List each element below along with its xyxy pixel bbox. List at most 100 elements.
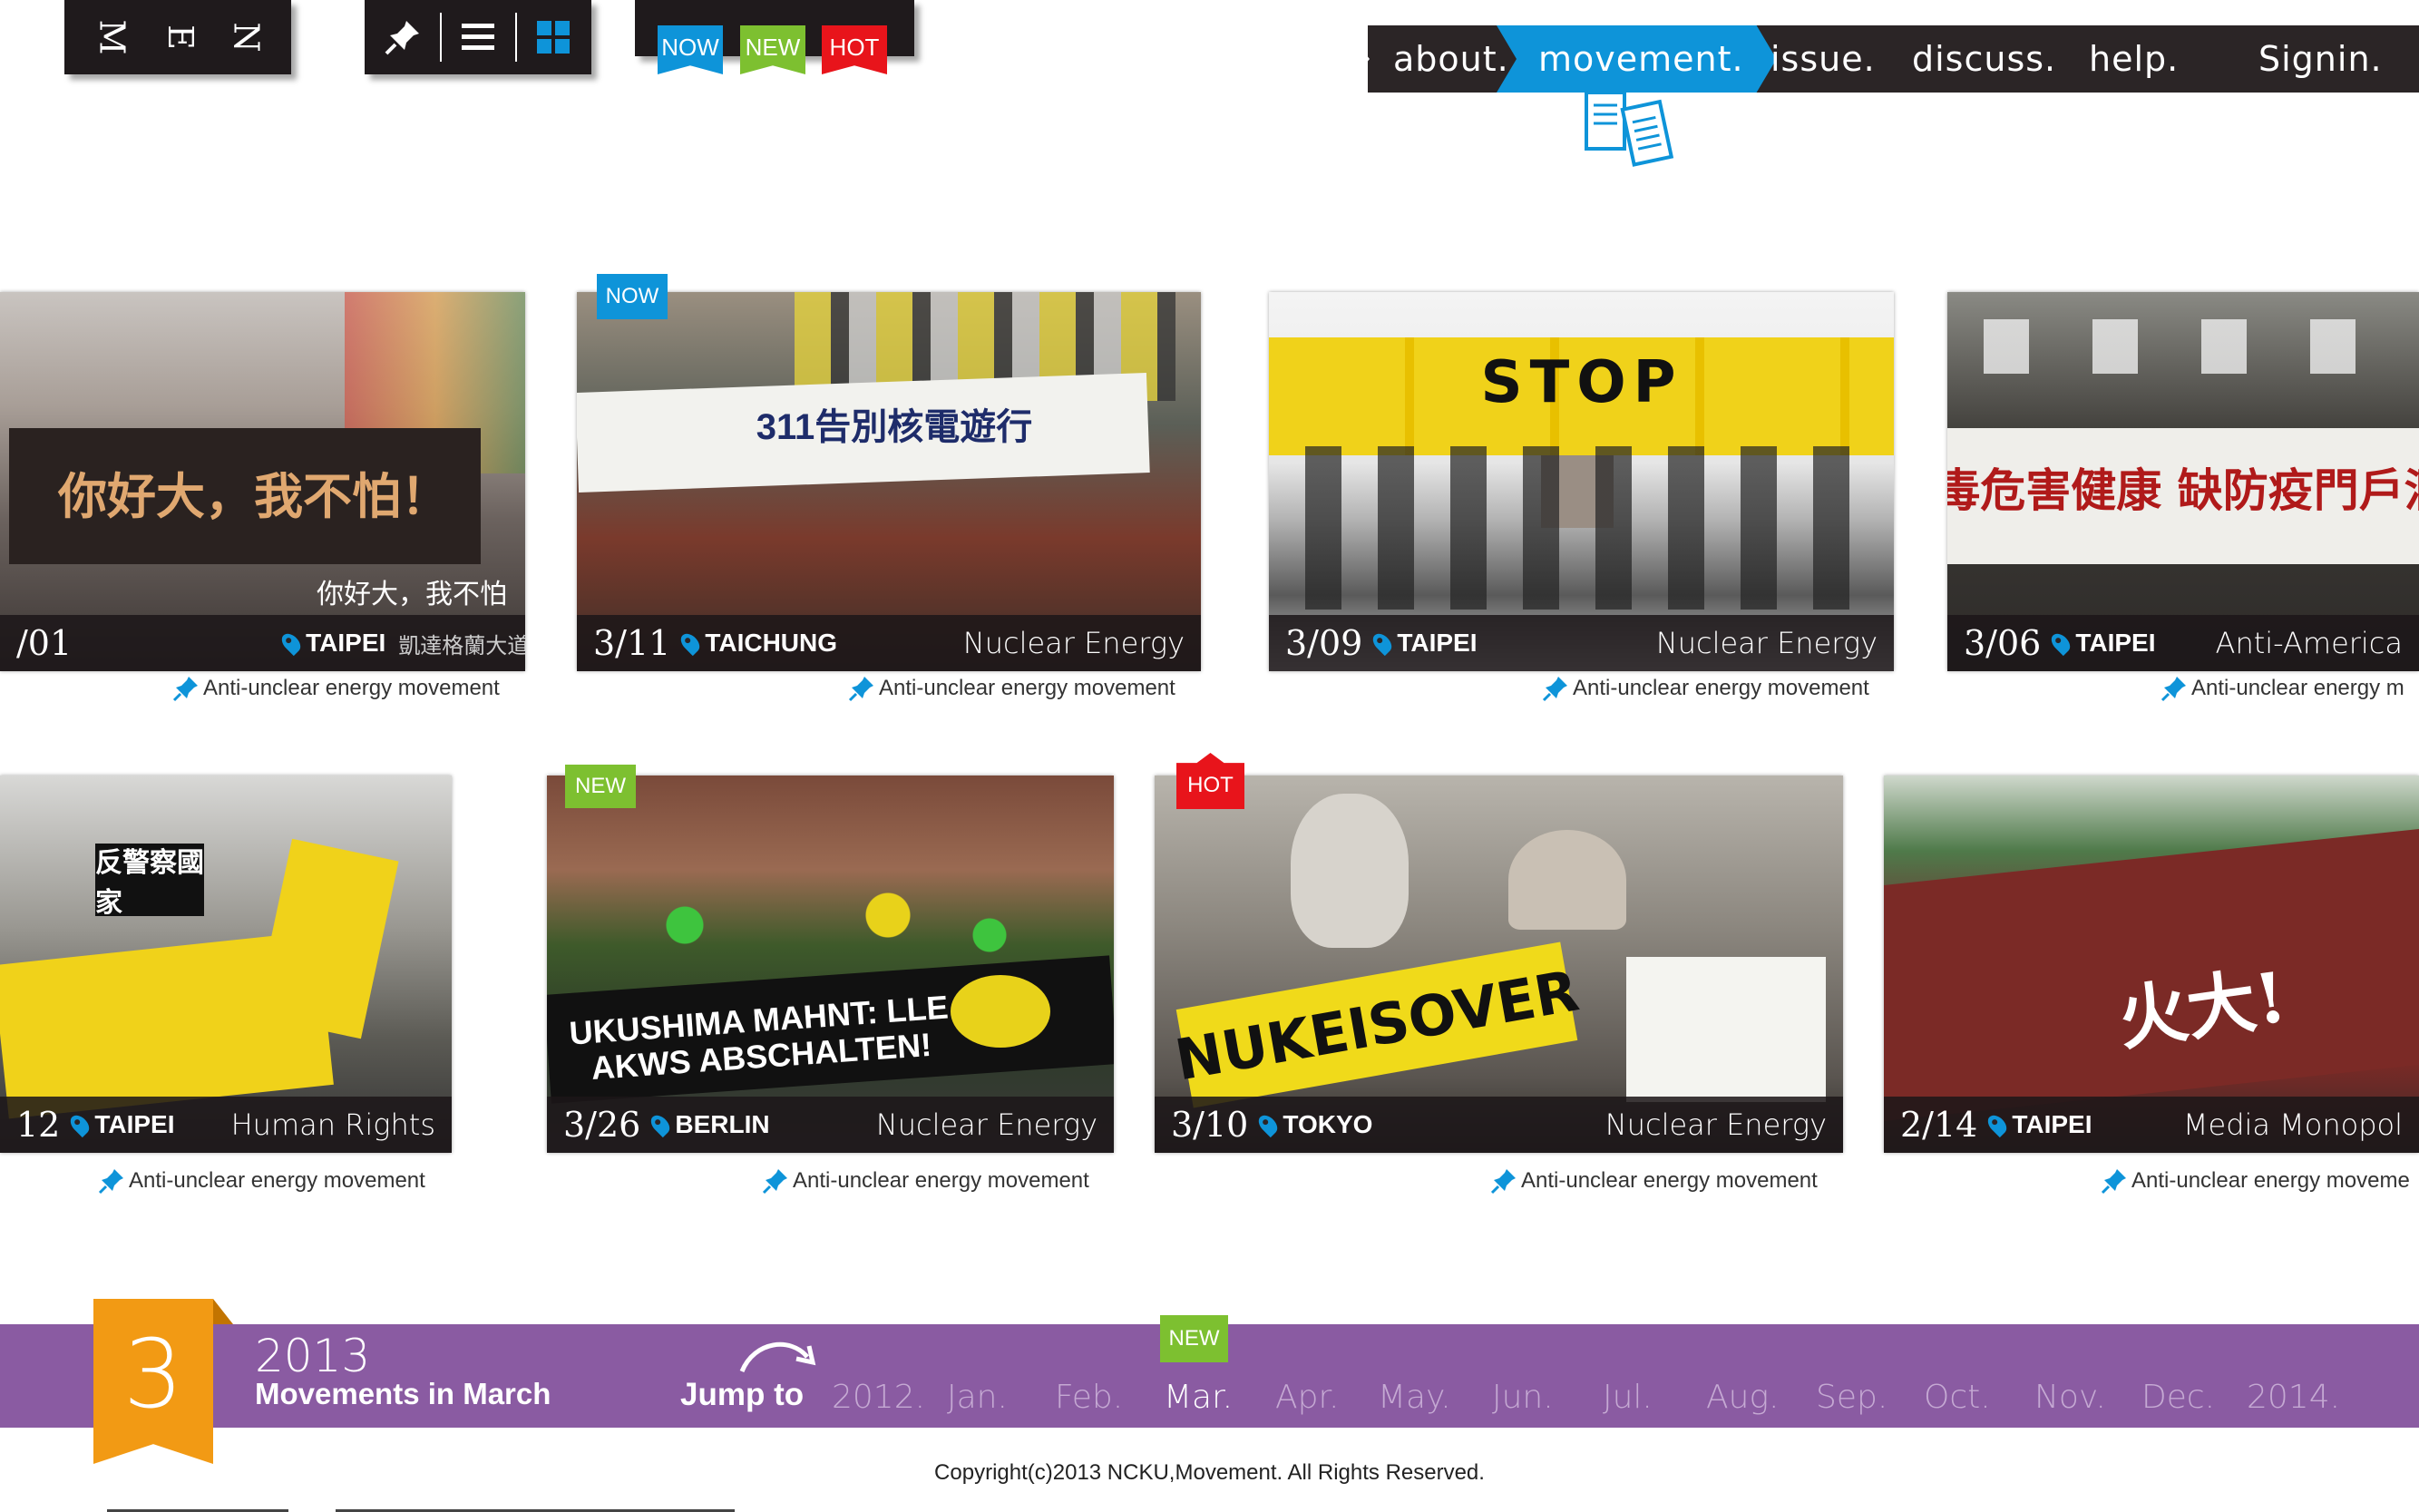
timeline-year: 2013: [255, 1330, 371, 1382]
curved-arrow-icon: [739, 1341, 816, 1373]
timeline-month-may[interactable]: May.: [1378, 1379, 1451, 1416]
card-date: 3/10: [1171, 1105, 1249, 1145]
movement-card[interactable]: 反警察國家 12 TAIPEI Human Rights: [0, 776, 452, 1153]
card-location: TAIPEI: [1370, 629, 1478, 658]
month-ribbon: 3: [93, 1299, 213, 1464]
movement-card[interactable]: STOP 3/09 TAIPEI Nuclear Energy: [1269, 292, 1894, 671]
card-caption: 你好大，我不怕: [317, 579, 507, 610]
card-date: 3/09: [1285, 623, 1363, 663]
timeline-year-2012[interactable]: 2012.: [832, 1379, 925, 1416]
card-topic: Nuclear Energy: [962, 626, 1185, 660]
top-nav: about. movement. issue. discuss. help. S…: [1341, 25, 2419, 93]
pin-view-button[interactable]: [365, 0, 440, 74]
banner-text: 你好大，我不怕！: [58, 466, 450, 525]
nav-notch: [1342, 25, 1370, 93]
month-new-badge: NEW: [1160, 1315, 1228, 1362]
location-pin-icon: [678, 629, 704, 657]
card-tagline[interactable]: Anti-unclear energy movement: [762, 1167, 1089, 1195]
timeline-month-aug[interactable]: Aug.: [1706, 1379, 1780, 1416]
filter-new-tag[interactable]: NEW: [740, 25, 805, 74]
banner-text: 311告別核電遊行: [756, 407, 1033, 447]
timeline-month-oct[interactable]: Oct.: [1924, 1379, 1991, 1416]
pin-icon: [98, 1169, 123, 1195]
card-info-bar: 3/06 TAIPEI Anti-America: [1947, 615, 2419, 671]
card-info-bar: 3/26 BERLIN Nuclear Energy: [547, 1097, 1114, 1153]
hot-badge: HOT: [1176, 753, 1244, 809]
photo-sign: [1626, 957, 1826, 1102]
card-location: TOKYO: [1255, 1110, 1372, 1139]
pin-icon: [762, 1169, 787, 1195]
pin-icon: [1490, 1169, 1516, 1195]
card-info-bar: 3/11 TAICHUNG Nuclear Energy: [577, 615, 1201, 671]
nav-discuss[interactable]: discuss.: [1912, 25, 2056, 93]
card-topic: Anti-America: [2215, 626, 2403, 660]
photo-person: [1291, 794, 1409, 948]
menu-button[interactable]: M E N: [64, 0, 291, 74]
timeline-month-mar[interactable]: Mar.: [1164, 1379, 1233, 1416]
photo-people: [1305, 446, 1868, 610]
card-date: 3/06: [1964, 623, 2042, 663]
card-info-bar: 3/10 TOKYO Nuclear Energy: [1155, 1097, 1843, 1153]
card-topic: Nuclear Energy: [1655, 626, 1878, 660]
timeline-month-apr[interactable]: Apr.: [1275, 1379, 1339, 1416]
card-location: TAIPEI: [2048, 629, 2156, 658]
timeline-title: Movements in March: [255, 1377, 551, 1410]
movement-card[interactable]: 你好大，我不怕！ 你好大，我不怕 /01 TAIPEI 凱達格蘭大道: [0, 292, 525, 671]
photo-person: [1508, 830, 1626, 930]
location-pin-icon: [1255, 1111, 1282, 1138]
menu-letter: E: [160, 24, 200, 50]
card-info-bar: /01 TAIPEI 凱達格蘭大道: [0, 615, 525, 671]
timeline-month-jan[interactable]: Jan.: [947, 1379, 1008, 1416]
card-date: 3/11: [593, 623, 671, 663]
movement-card[interactable]: NUKEISOVER 3/10 TOKYO Nuclear Energy: [1155, 776, 1843, 1153]
card-tagline[interactable]: Anti-unclear energy movement: [1542, 675, 1869, 702]
timeline-month-jul[interactable]: Jul.: [1603, 1379, 1653, 1416]
tagline-text: Anti-unclear energy moveme: [2131, 1168, 2410, 1193]
menu-letter: N: [226, 22, 267, 53]
menu-letter: M: [92, 19, 132, 55]
movement-card[interactable]: 311告別核電遊行 3/11 TAICHUNG Nuclear Energy: [577, 292, 1201, 671]
card-location: TAIPEI: [67, 1110, 175, 1139]
movement-card[interactable]: 火大! 2/14 TAIPEI Media Monopol: [1884, 776, 2419, 1153]
card-tagline[interactable]: Anti-unclear energy moveme: [2101, 1167, 2410, 1195]
movement-card[interactable]: UKUSHIMA MAHNT: LLE AKWS ABSCHALTEN! 3/2…: [547, 776, 1114, 1153]
timeline-month-sep[interactable]: Sep.: [1816, 1379, 1887, 1416]
photo-balloons: [583, 875, 1091, 975]
nav-signin[interactable]: Signin.: [2258, 25, 2383, 93]
card-topic: Nuclear Energy: [875, 1107, 1097, 1142]
card-city: TAIPEI: [306, 629, 386, 657]
card-city: TAIPEI: [2012, 1110, 2092, 1138]
card-tagline[interactable]: Anti-unclear energy movement: [98, 1167, 425, 1195]
movement-card[interactable]: 毒危害健康 缺防疫門戶洞 3/06 TAIPEI Anti-America: [1947, 292, 2419, 671]
timeline-month-nov[interactable]: Nov.: [2034, 1379, 2106, 1416]
card-sublocation: 凱達格蘭大道: [398, 633, 525, 658]
card-tagline[interactable]: Anti-unclear energy movement: [172, 675, 500, 702]
location-pin-icon: [2048, 629, 2074, 657]
filter-hot-tag[interactable]: HOT: [822, 25, 887, 74]
card-info-bar: 3/09 TAIPEI Nuclear Energy: [1269, 615, 1894, 671]
nav-issue[interactable]: issue.: [1770, 25, 1876, 93]
tagline-text: Anti-unclear energy movement: [879, 676, 1175, 700]
nav-movement[interactable]: movement.: [1497, 25, 1777, 93]
tagline-text: Anti-unclear energy movement: [1521, 1168, 1818, 1193]
timeline-month-dec[interactable]: Dec.: [2141, 1379, 2215, 1416]
list-view-button[interactable]: [440, 0, 515, 74]
timeline-month-jun[interactable]: Jun.: [1492, 1379, 1554, 1416]
card-city: BERLIN: [675, 1110, 770, 1138]
nav-about[interactable]: about.: [1393, 25, 1509, 93]
card-tagline[interactable]: Anti-unclear energy m: [2161, 675, 2404, 702]
banner-text: STOP: [1480, 349, 1683, 416]
now-badge: NOW: [597, 274, 668, 319]
grid-view-button[interactable]: [515, 0, 590, 74]
pin-icon: [385, 21, 419, 55]
card-info-bar: 12 TAIPEI Human Rights: [0, 1097, 452, 1153]
card-tagline[interactable]: Anti-unclear energy movement: [848, 675, 1175, 702]
timeline-year-2014[interactable]: 2014.: [2247, 1379, 2340, 1416]
documents-icon: [1585, 91, 1674, 167]
card-tagline[interactable]: Anti-unclear energy movement: [1490, 1167, 1818, 1195]
timeline-month-feb[interactable]: Feb.: [1055, 1379, 1123, 1416]
filter-now-tag[interactable]: NOW: [658, 25, 723, 74]
card-location: TAIPEI: [278, 629, 386, 658]
nav-help[interactable]: help.: [2089, 25, 2179, 93]
location-pin-icon: [278, 629, 305, 657]
